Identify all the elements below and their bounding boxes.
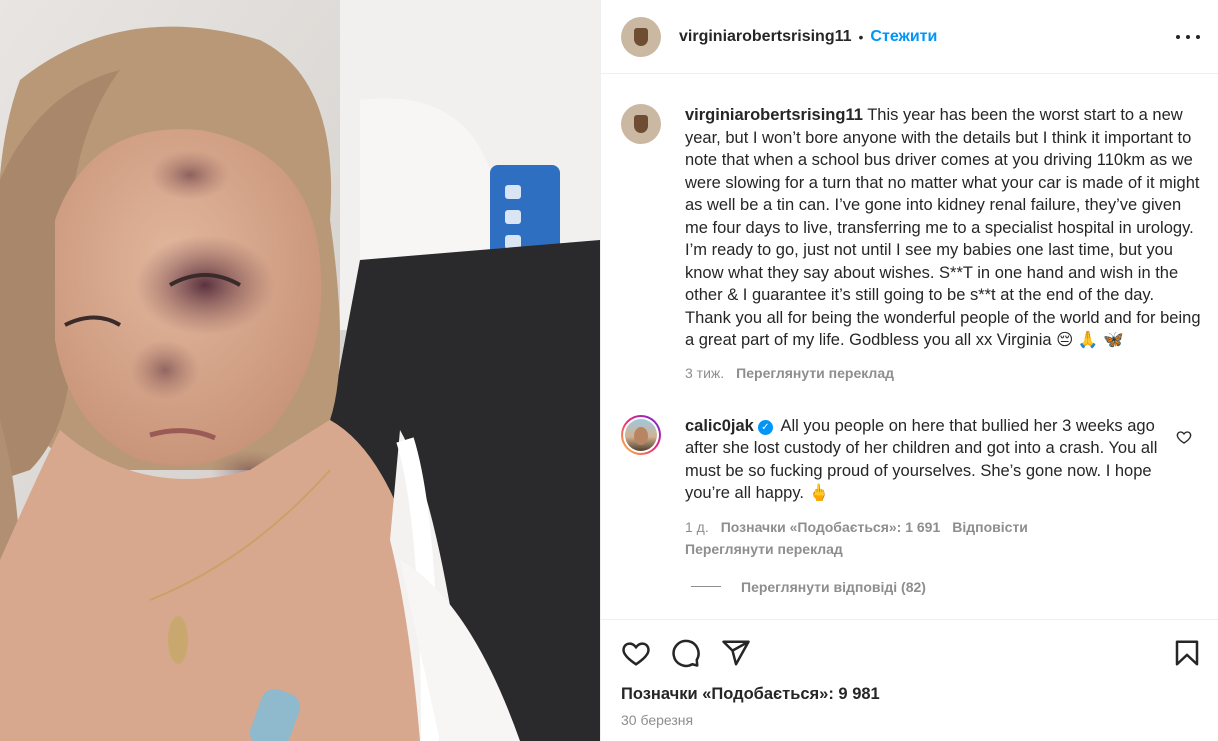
commenter-photo (625, 418, 657, 451)
more-options-icon[interactable] (1176, 26, 1200, 48)
comment-row: calic0jak ✓ All you people on here that b… (621, 414, 1202, 557)
comment-likes-count[interactable]: Позначки «Подобається»: 1 691 (721, 519, 941, 535)
comment-translate-row: Переглянути переклад (685, 541, 1175, 557)
post-header: virginiarobertsrising11 • Стежити (601, 0, 1218, 74)
follow-button[interactable]: Стежити (870, 28, 937, 46)
comment-bubble-icon[interactable] (671, 638, 701, 668)
view-replies-button[interactable]: Переглянути відповіді (82) (691, 579, 1202, 595)
instagram-post: virginiarobertsrising11 • Стежити virgin… (0, 0, 1218, 741)
header-separator: • (858, 28, 864, 45)
caption-text: This year has been the worst start to a … (685, 106, 1201, 349)
post-footer: Позначки «Подобається»: 9 981 30 березня (601, 681, 1218, 741)
post-date[interactable]: 30 березня (621, 712, 1198, 728)
caption-text-block: virginiarobertsrising11 This year has be… (685, 104, 1202, 352)
photo-illustration (0, 0, 600, 741)
view-replies-label: Переглянути відповіді (82) (741, 578, 926, 595)
share-paper-plane-icon[interactable] (721, 638, 751, 668)
save-bookmark-icon[interactable] (1172, 638, 1202, 668)
verified-badge-icon: ✓ (757, 419, 773, 435)
comment-meta: 1 д. Позначки «Подобається»: 1 691 Відпо… (685, 519, 1175, 535)
comments-section[interactable]: virginiarobertsrising11 This year has be… (601, 74, 1218, 619)
author-username[interactable]: virginiarobertsrising11 (679, 28, 852, 46)
post-side-panel: virginiarobertsrising11 • Стежити virgin… (600, 0, 1218, 741)
post-photo[interactable] (0, 0, 600, 741)
replies-divider-line (691, 586, 721, 587)
author-avatar[interactable] (621, 16, 661, 57)
comment-text-block: calic0jak ✓ All you people on here that b… (685, 415, 1175, 505)
comment-time[interactable]: 1 д. (685, 519, 709, 535)
comment-text: All you people on here that bullied her … (685, 416, 1158, 503)
caption-username[interactable]: virginiarobertsrising11 (685, 106, 863, 124)
caption-meta: 3 тиж. Переглянути переклад (685, 365, 1202, 381)
action-bar (601, 619, 1218, 681)
avatar-emblem (634, 27, 648, 46)
caption-row: virginiarobertsrising11 This year has be… (621, 104, 1202, 381)
avatar-emblem (634, 115, 648, 133)
caption-translate-link[interactable]: Переглянути переклад (736, 365, 894, 381)
comment-reply-button[interactable]: Відповісти (952, 519, 1028, 535)
like-heart-icon[interactable] (621, 638, 651, 668)
caption-author-avatar[interactable] (621, 104, 661, 144)
comment-like-heart-icon[interactable] (1176, 429, 1192, 445)
commenter-avatar[interactable] (621, 414, 661, 455)
caption-time[interactable]: 3 тиж. (685, 365, 724, 381)
comment-translate-link[interactable]: Переглянути переклад (685, 541, 843, 557)
comment-username[interactable]: calic0jak (685, 417, 754, 435)
post-likes-count[interactable]: Позначки «Подобається»: 9 981 (621, 685, 1198, 704)
